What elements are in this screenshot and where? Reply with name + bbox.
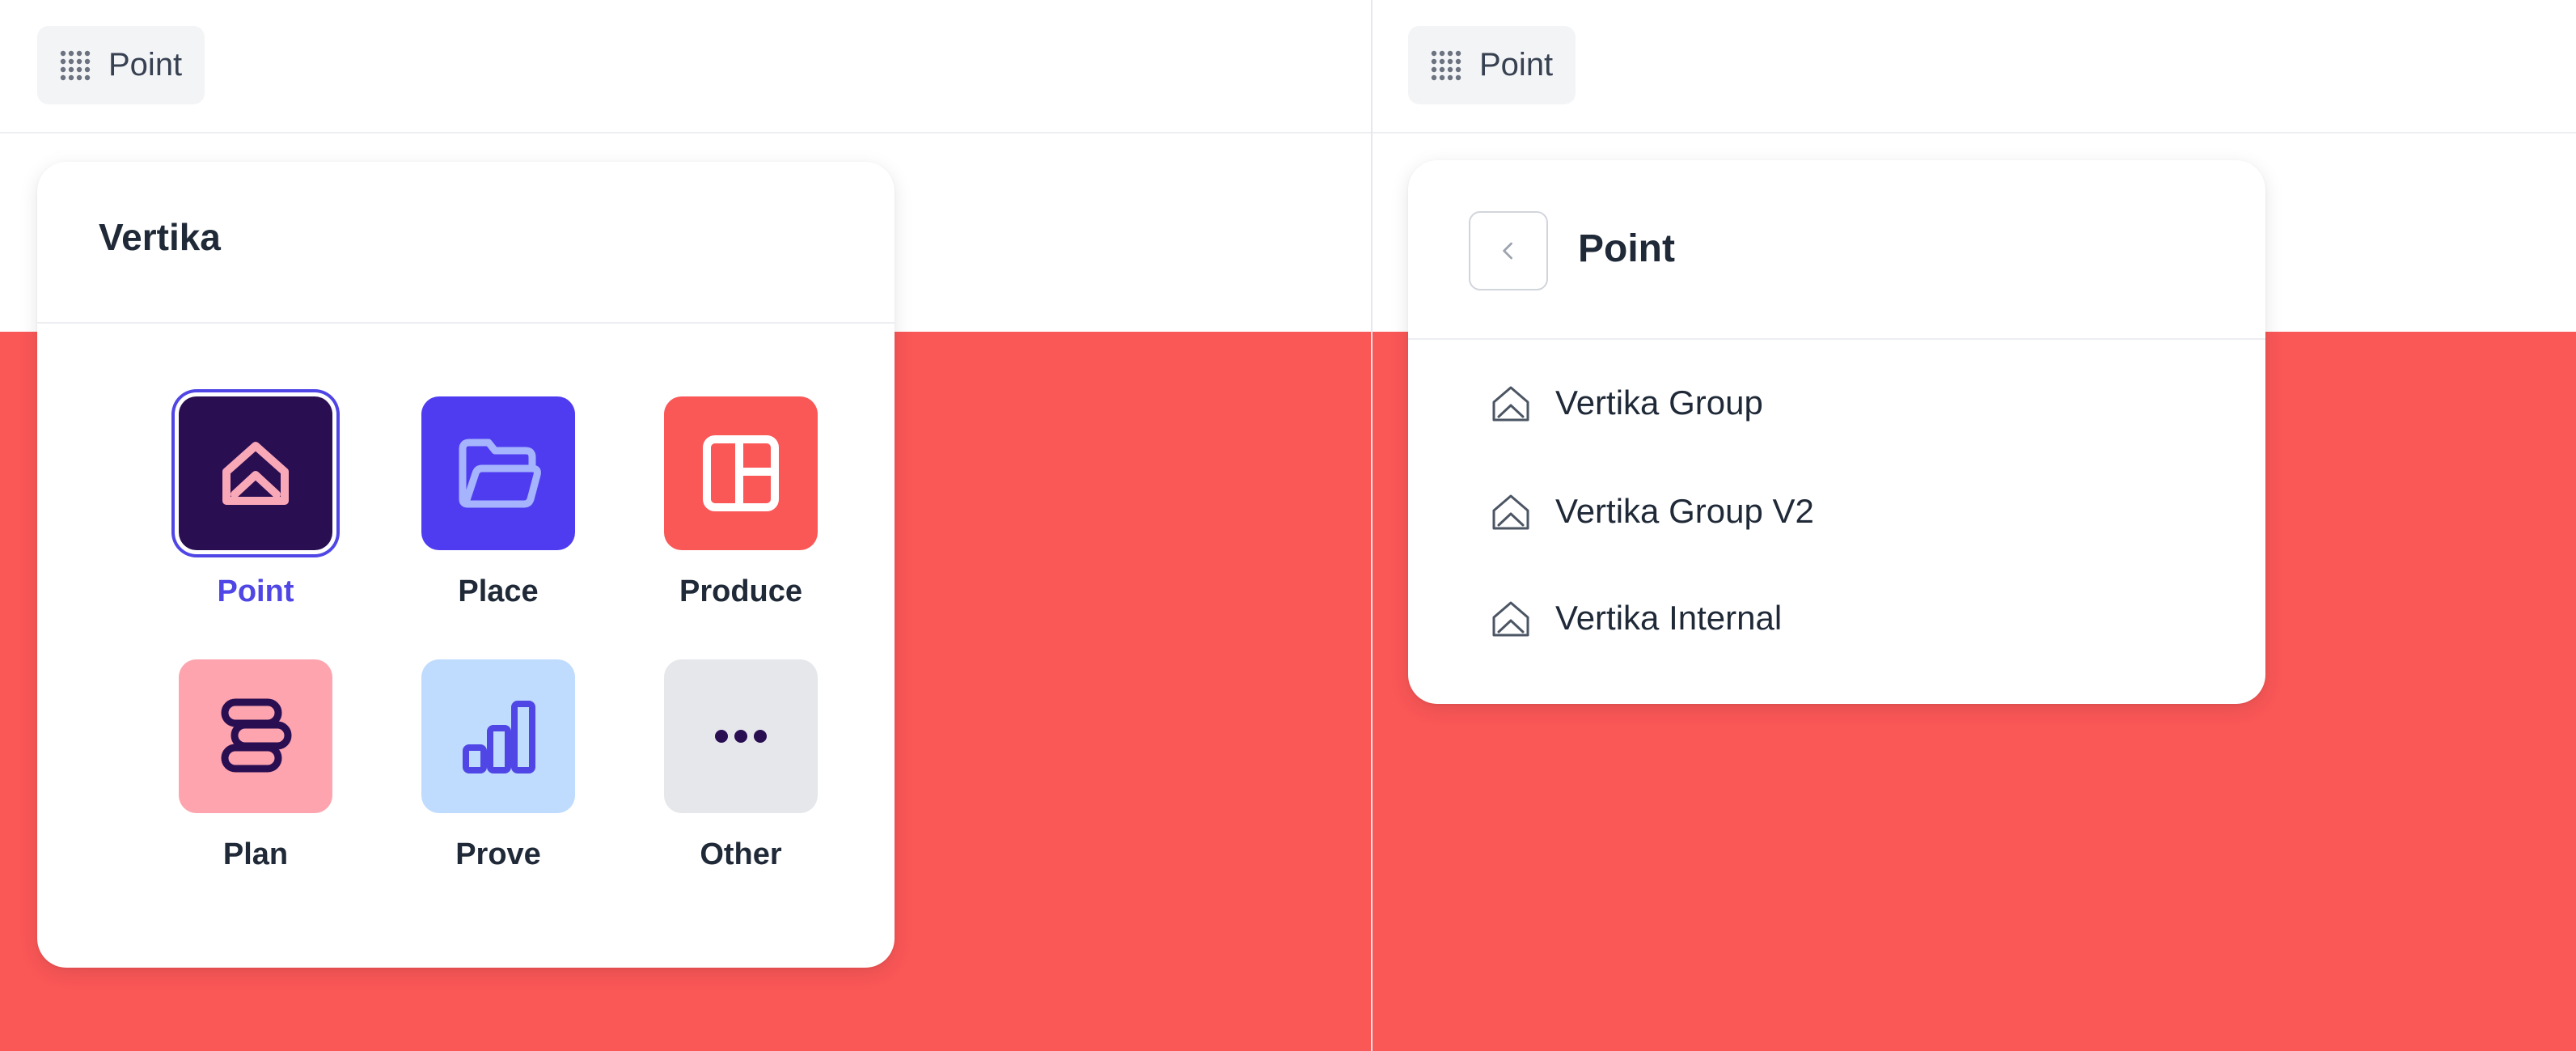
app-item-prove[interactable]: Prove [377, 659, 620, 872]
organization-label: Vertika Group [1555, 384, 1763, 422]
app-label-plan: Plan [222, 837, 289, 871]
organization-picker-panel: Point Point Vertika Group Vertika Group … [1373, 0, 2576, 1051]
app-item-produce[interactable]: Produce [620, 396, 862, 609]
app-tile-prove[interactable] [421, 659, 575, 813]
apps-menu-card: Vertika Point Place Produce Plan Prove O… [37, 162, 895, 968]
organization-menu-card: Point Vertika Group Vertika Group V2 Ver… [1408, 160, 2265, 704]
app-item-point[interactable]: Point [134, 396, 377, 609]
organization-label: Vertika Internal [1555, 599, 1783, 637]
bar-chart-icon [463, 701, 535, 773]
layout-icon [703, 435, 779, 511]
screenshot-stage: Point Vertika Point Place Produce Plan P… [0, 0, 2576, 1051]
app-tile-produce[interactable] [664, 396, 818, 550]
point-outline-icon [1492, 386, 1529, 422]
app-item-other[interactable]: Other [620, 659, 862, 872]
apps-menu-header: Vertika [37, 162, 895, 324]
app-switcher-label: Point [108, 47, 183, 83]
app-label-prove: Prove [455, 837, 541, 871]
app-tile-plan[interactable] [179, 659, 332, 813]
app-switcher-label: Point [1479, 47, 1554, 83]
organization-title: Vertika [99, 216, 221, 258]
app-tile-point[interactable] [179, 396, 332, 550]
organization-item-vertika-group[interactable]: Vertika Group [1489, 371, 1763, 435]
folder-icon [459, 439, 541, 508]
app-switcher-button[interactable]: Point [1408, 26, 1576, 104]
back-button[interactable] [1469, 211, 1548, 290]
app-switcher-button[interactable]: Point [37, 26, 205, 104]
app-item-place[interactable]: Place [377, 396, 620, 609]
organization-menu-header: Point [1408, 160, 2265, 340]
app-label-place: Place [458, 574, 539, 608]
app-tile-other[interactable] [664, 659, 818, 813]
top-bar [0, 0, 1371, 133]
point-outline-icon [1492, 601, 1529, 637]
stack-icon [221, 698, 292, 773]
grid-dots-icon [1431, 50, 1461, 80]
grid-dots-icon [60, 50, 91, 80]
app-label-point: Point [217, 574, 294, 608]
more-icon [715, 730, 767, 743]
app-label-produce: Produce [679, 574, 803, 608]
menu-title: Point [1578, 227, 1675, 270]
organization-label: Vertika Group V2 [1555, 492, 1814, 530]
point-icon [222, 442, 289, 505]
app-item-plan[interactable]: Plan [134, 659, 377, 872]
app-switcher-panel: Point Vertika Point Place Produce Plan P… [0, 0, 1371, 1051]
app-tile-place[interactable] [421, 396, 575, 550]
point-outline-icon [1492, 494, 1529, 530]
chevron-left-icon [1503, 242, 1512, 260]
organization-item-vertika-internal[interactable]: Vertika Internal [1489, 586, 1782, 651]
app-label-other: Other [700, 837, 782, 871]
organization-item-vertika-group-v2[interactable]: Vertika Group V2 [1489, 479, 1814, 544]
